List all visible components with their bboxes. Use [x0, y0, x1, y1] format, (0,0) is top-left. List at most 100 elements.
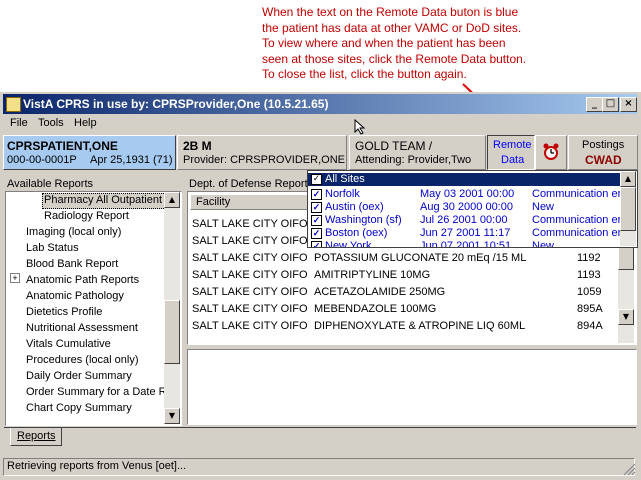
available-reports-label: Available Reports: [7, 178, 94, 190]
scroll-down-arrow-icon[interactable]: ▼: [164, 408, 180, 424]
scroll-thumb[interactable]: [620, 187, 636, 231]
drug-cell: DIPHENOXYLATE & ATROPINE LIQ 60ML: [314, 320, 526, 332]
reports-scrollbar[interactable]: ▲ ▼: [164, 192, 180, 424]
postings-button[interactable]: Postings CWAD: [568, 135, 638, 170]
scroll-up-arrow-icon[interactable]: ▲: [620, 171, 636, 187]
ward-label: 2B M: [183, 139, 212, 153]
report-tree-item[interactable]: Pharmacy All Outpatient: [44, 194, 162, 206]
remote-data-line2: Data: [501, 154, 525, 166]
report-tree-item[interactable]: Anatomic Pathology: [26, 290, 124, 302]
patient-dob: Apr 25,1931 (71): [90, 154, 173, 166]
team-name: GOLD TEAM /: [355, 139, 433, 153]
report-tree-item[interactable]: Anatomic Path Reports: [26, 274, 139, 286]
minimize-button[interactable]: _: [586, 97, 603, 112]
remote-data-button[interactable]: Remote Data: [487, 135, 535, 170]
site-name: Washington (sf): [325, 214, 402, 226]
site-status: New: [532, 240, 555, 248]
tab-reports[interactable]: Reports: [10, 428, 62, 446]
facility-cell: SALT LAKE CITY OIFO: [192, 320, 308, 332]
all-sites-row[interactable]: ✓ All Sites: [308, 173, 620, 186]
code-cell: 894A: [577, 320, 603, 332]
site-status: Communication err: [532, 188, 625, 200]
resize-grip-icon[interactable]: [622, 462, 636, 476]
report-tree-item[interactable]: Dietetics Profile: [26, 306, 102, 318]
scroll-down-arrow-icon[interactable]: ▼: [618, 309, 634, 325]
report-tree-item[interactable]: Radiology Report: [44, 210, 129, 222]
site-date: Aug 30 2000 00:00: [420, 201, 513, 213]
all-sites-checkbox[interactable]: ✓: [311, 174, 322, 185]
report-detail-panel[interactable]: [187, 349, 637, 425]
site-checkbox[interactable]: ✓: [311, 202, 322, 213]
site-date: Jul 26 2001 00:00: [420, 214, 508, 226]
scroll-up-arrow-icon[interactable]: ▲: [164, 192, 180, 208]
code-cell: 895A: [577, 303, 603, 315]
tab-reports-label: Reports: [17, 430, 56, 442]
menu-help[interactable]: Help: [74, 117, 97, 129]
drug-cell: ACETAZOLAMIDE 250MG: [314, 286, 446, 298]
site-date: Jun 07 2001 10:51: [420, 240, 512, 248]
report-tree-item[interactable]: Nutritional Assessment: [26, 322, 138, 334]
remote-sites-list[interactable]: ✓ All Sites ✓ Norfolk May 03 2001 00:00 Com…: [307, 170, 638, 248]
title-bar[interactable]: VistA CPRS in use by: CPRSProvider,One (…: [3, 94, 637, 114]
postings-label: Postings: [582, 139, 625, 151]
status-text: Retrieving reports from Venus [oet]...: [7, 460, 187, 472]
site-checkbox[interactable]: ✓: [311, 241, 322, 247]
team-box[interactable]: GOLD TEAM / Attending: Provider,Two: [349, 135, 486, 170]
tab-divider: [4, 427, 636, 428]
maximize-button[interactable]: □: [602, 97, 619, 112]
mouse-cursor-icon: [354, 119, 366, 135]
app-icon: [6, 97, 21, 112]
tree-expand-icon[interactable]: +: [10, 273, 20, 283]
site-date: Jun 27 2001 11:17: [420, 227, 511, 239]
site-status: Communication err: [532, 227, 625, 239]
report-tree-item[interactable]: Blood Bank Report: [26, 258, 118, 270]
scroll-thumb[interactable]: [164, 300, 180, 364]
drug-cell: POTASSIUM GLUCONATE 20 mEq /15 ML: [314, 252, 527, 264]
facility-cell: SALT LAKE CITY OIFO: [192, 269, 308, 281]
report-tree-item[interactable]: Order Summary for a Date Ra: [26, 386, 173, 398]
patient-box[interactable]: CPRSPATIENT,ONE 000-00-0001P Apr 25,1931…: [3, 135, 176, 170]
facility-cell: SALT LAKE CITY OIFO: [192, 252, 308, 264]
reminders-button[interactable]: [535, 135, 567, 170]
site-row[interactable]: ✓ Norfolk May 03 2001 00:00 Communication e…: [310, 188, 630, 201]
site-row[interactable]: ✓ Austin (oex) Aug 30 2000 00:00 New: [310, 201, 630, 214]
report-tree-item[interactable]: Daily Order Summary: [26, 370, 132, 382]
menu-file[interactable]: File: [10, 117, 28, 129]
report-tree-item[interactable]: Vitals Cumulative: [26, 338, 111, 350]
menu-tools[interactable]: Tools: [38, 117, 64, 129]
code-cell: 1193: [577, 269, 601, 281]
sites-scrollbar[interactable]: ▲: [620, 171, 636, 246]
close-button[interactable]: ×: [620, 97, 637, 112]
site-row[interactable]: ✓ Washington (sf) Jul 26 2001 00:00 Communi…: [310, 214, 630, 227]
site-checkbox[interactable]: ✓: [311, 228, 322, 239]
site-row[interactable]: ✓ Boston (oex) Jun 27 2001 11:17 Communicat…: [310, 227, 630, 240]
location-box[interactable]: 2B M Provider: CPRSPROVIDER,ONE: [177, 135, 347, 170]
report-tree-item[interactable]: Chart Copy Summary: [26, 402, 132, 414]
site-checkbox[interactable]: ✓: [311, 215, 322, 226]
facility-cell: SALT LAKE CITY OIFO: [192, 286, 308, 298]
site-status: Communication err: [532, 214, 625, 226]
attending-label: Attending: Provider,Two: [355, 154, 472, 166]
site-name: Boston (oex): [325, 227, 388, 239]
report-tree-item[interactable]: Lab Status: [26, 242, 79, 254]
drug-cell: AMITRIPTYLINE 10MG: [314, 269, 431, 281]
dod-report-label: Dept. of Defense Report: [189, 178, 308, 190]
report-tree-item[interactable]: Procedures (local only): [26, 354, 139, 366]
facility-cell: SALT LAKE CITY OIFO: [192, 218, 308, 230]
provider-label: Provider: CPRSPROVIDER,ONE: [183, 154, 345, 166]
reports-tree[interactable]: Pharmacy All Outpatient Radiology Report I…: [5, 191, 182, 426]
facility-cell: SALT LAKE CITY OIFO: [192, 303, 308, 315]
report-tree-item[interactable]: Imaging (local only): [26, 226, 121, 238]
site-row[interactable]: ✓ New York Jun 07 2001 10:51 New: [310, 240, 630, 248]
alarm-clock-icon: [543, 143, 559, 160]
drug-cell: MEBENDAZOLE 100MG: [314, 303, 437, 315]
site-checkbox[interactable]: ✓: [311, 189, 322, 200]
patient-name: CPRSPATIENT,ONE: [7, 139, 118, 153]
site-date: May 03 2001 00:00: [420, 188, 515, 200]
remote-data-line1: Remote: [493, 139, 532, 151]
code-cell: 1059: [577, 286, 602, 298]
site-status: New: [532, 201, 555, 213]
facility-column-label: Facility: [196, 196, 231, 208]
facility-cell: SALT LAKE CITY OIFO: [192, 235, 308, 247]
site-name: New York: [325, 240, 372, 248]
